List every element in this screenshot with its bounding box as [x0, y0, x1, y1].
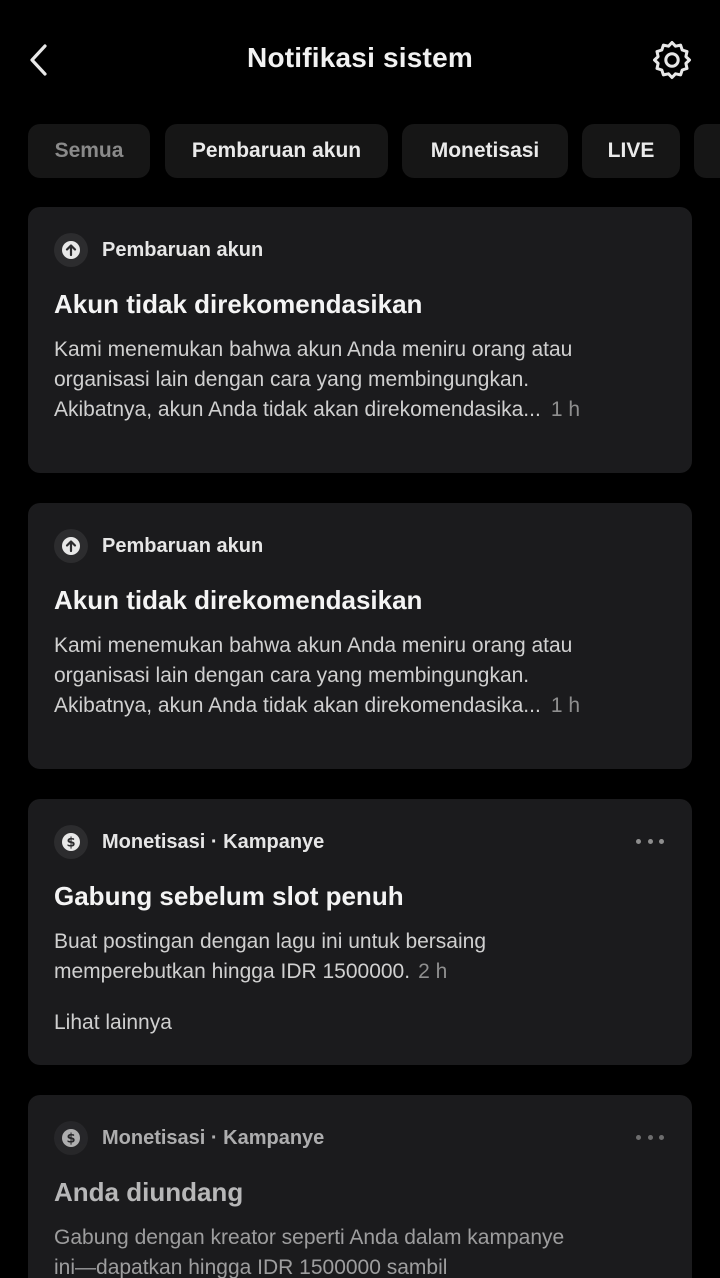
svg-text:$: $: [66, 836, 75, 851]
notification-category: Pembaruan akun: [54, 529, 263, 563]
category-tabs: Semua Pembaruan akun Monetisasi LIVE: [0, 124, 720, 180]
notification-time: 2 h: [418, 960, 448, 983]
category-label: Monetisasi · Kampanye: [102, 830, 325, 853]
notification-body: Kami menemukan bahwa akun Anda meniru or…: [54, 631, 664, 721]
tab-live[interactable]: LIVE: [582, 124, 680, 178]
header-bar: Notifikasi sistem: [0, 0, 720, 120]
body-line: Kami menemukan bahwa akun Anda meniru or…: [54, 634, 573, 657]
tab-label: Pembaruan akun: [191, 139, 362, 162]
more-options-button[interactable]: [636, 1125, 664, 1149]
tab-label: Semua: [54, 139, 124, 162]
svg-text:$: $: [66, 1132, 75, 1147]
body-line: ini—dapatkan hingga IDR 1500000 sambil: [54, 1256, 448, 1278]
notification-title: Anda diundang: [54, 1177, 244, 1207]
tab-semua[interactable]: Semua: [28, 124, 150, 178]
notification-category: $ Monetisasi · Kampanye: [54, 1121, 324, 1155]
body-line: Buat postingan dengan lagu ini untuk ber…: [54, 930, 486, 953]
body-line: Gabung dengan kreator seperti Anda dalam…: [54, 1226, 565, 1249]
arrow-up-circle-icon: [54, 529, 88, 563]
tab-next-partial[interactable]: [694, 124, 720, 178]
notification-card[interactable]: Pembaruan akun Akun tidak direkomendasik…: [28, 207, 692, 473]
body-line: Kami menemukan bahwa akun Anda meniru or…: [54, 338, 573, 361]
dollar-circle-icon: $: [54, 1121, 88, 1155]
notification-body: Gabung dengan kreator seperti Anda dalam…: [54, 1223, 664, 1278]
notification-card[interactable]: $ Monetisasi · Kampanye Anda diundang Ga…: [28, 1095, 692, 1278]
notification-time: 1 h: [550, 694, 581, 717]
notification-category: $ Monetisasi · Kampanye: [54, 825, 324, 859]
notification-title: Akun tidak direkomendasikan: [54, 289, 423, 319]
notification-category: Pembaruan akun: [54, 233, 263, 267]
category-label: Monetisasi · Kampanye: [102, 1126, 325, 1149]
dollar-circle-icon: $: [54, 825, 88, 859]
body-line: organisasi lain dengan cara yang membing…: [54, 664, 530, 687]
see-more-link[interactable]: Lihat lainnya: [54, 1011, 172, 1035]
tab-label: Monetisasi: [430, 139, 540, 162]
category-label: Pembaruan akun: [102, 534, 264, 557]
notification-card[interactable]: $ Monetisasi · Kampanye Gabung sebelum s…: [28, 799, 692, 1065]
settings-button[interactable]: [648, 36, 696, 84]
page-title: Notifikasi sistem: [247, 42, 473, 73]
body-line: Akibatnya, akun Anda tidak akan direkome…: [54, 398, 541, 421]
tab-monetisasi[interactable]: Monetisasi: [402, 124, 568, 178]
notification-body: Buat postingan dengan lagu ini untuk ber…: [54, 927, 664, 987]
category-label: Pembaruan akun: [102, 238, 264, 261]
gear-icon: [653, 41, 691, 79]
notification-title: Gabung sebelum slot penuh: [54, 881, 404, 911]
body-line: organisasi lain dengan cara yang membing…: [54, 368, 530, 391]
notification-title: Akun tidak direkomendasikan: [54, 585, 423, 615]
body-line: memperebutkan hingga IDR 1500000.: [54, 960, 411, 983]
tab-pembaruan-akun[interactable]: Pembaruan akun: [165, 124, 388, 178]
more-options-button[interactable]: [636, 829, 664, 853]
notification-card[interactable]: Pembaruan akun Akun tidak direkomendasik…: [28, 503, 692, 769]
arrow-up-circle-icon: [54, 233, 88, 267]
notification-body: Kami menemukan bahwa akun Anda meniru or…: [54, 335, 664, 425]
body-line: Akibatnya, akun Anda tidak akan direkome…: [54, 694, 541, 717]
notification-time: 1 h: [550, 398, 581, 421]
tab-label: LIVE: [607, 139, 655, 162]
